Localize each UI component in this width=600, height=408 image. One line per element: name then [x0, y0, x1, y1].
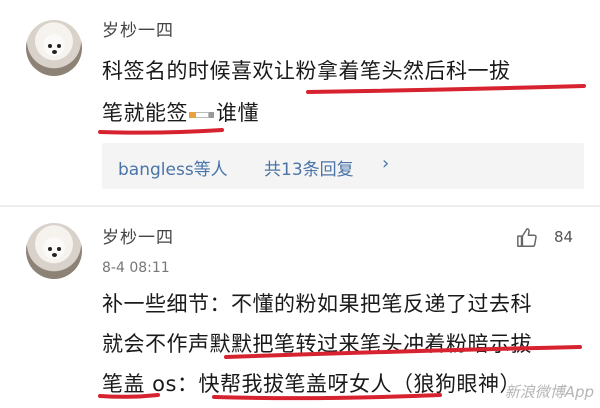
- comment-text-line: 科签名的时候喜欢让粉拿着笔头然后科一拔: [102, 59, 511, 83]
- watermark: 新浪微博App: [504, 383, 594, 401]
- avatar-eye: [48, 247, 52, 251]
- username[interactable]: 岁杪一四: [102, 223, 174, 248]
- comment-card: 岁杪一四 科签名的时候喜欢让粉拿着笔头然后科一拔 笔就能签 谁懂 bangless…: [0, 0, 600, 207]
- comment-text-fragment: 笔就能签: [102, 101, 188, 125]
- cigarette-icon: [189, 110, 215, 118]
- comment-text-line: 笔盖 os：快帮我拔笔盖呀女人（狼狗眼神）: [102, 372, 521, 396]
- comment-text-line: 补一些细节：不懂的粉如果把笔反递了过去科: [102, 292, 532, 316]
- username[interactable]: 岁杪一四: [102, 16, 174, 41]
- comment-card: 岁杪一四 8-4 08:11 84 补一些细节：不懂的粉如果把笔反递了过去科 就…: [0, 207, 600, 408]
- user-avatar[interactable]: [26, 20, 82, 76]
- like-count: 84: [554, 228, 574, 246]
- replies-link[interactable]: bangless等人 共13条回复 ›: [102, 143, 584, 189]
- comment-date: 8-4 08:11: [102, 260, 170, 276]
- avatar-nose: [52, 50, 57, 54]
- comment-text-line: 就会不作声默默把笔转过来笔头冲着粉暗示拔: [102, 332, 532, 356]
- replies-users: bangless等人: [118, 160, 228, 180]
- avatar-eye: [57, 44, 61, 48]
- user-avatar[interactable]: [26, 223, 82, 279]
- replies-count: 共13条回复: [264, 160, 354, 180]
- avatar-eye: [48, 44, 52, 48]
- comment-text-line: 笔就能签 谁懂: [102, 92, 259, 134]
- avatar-nose: [52, 253, 57, 257]
- comment-text-fragment: 谁懂: [216, 101, 259, 125]
- chevron-right-icon: ›: [382, 153, 390, 174]
- avatar-eye: [57, 247, 61, 251]
- thumbs-up-icon[interactable]: [516, 227, 538, 249]
